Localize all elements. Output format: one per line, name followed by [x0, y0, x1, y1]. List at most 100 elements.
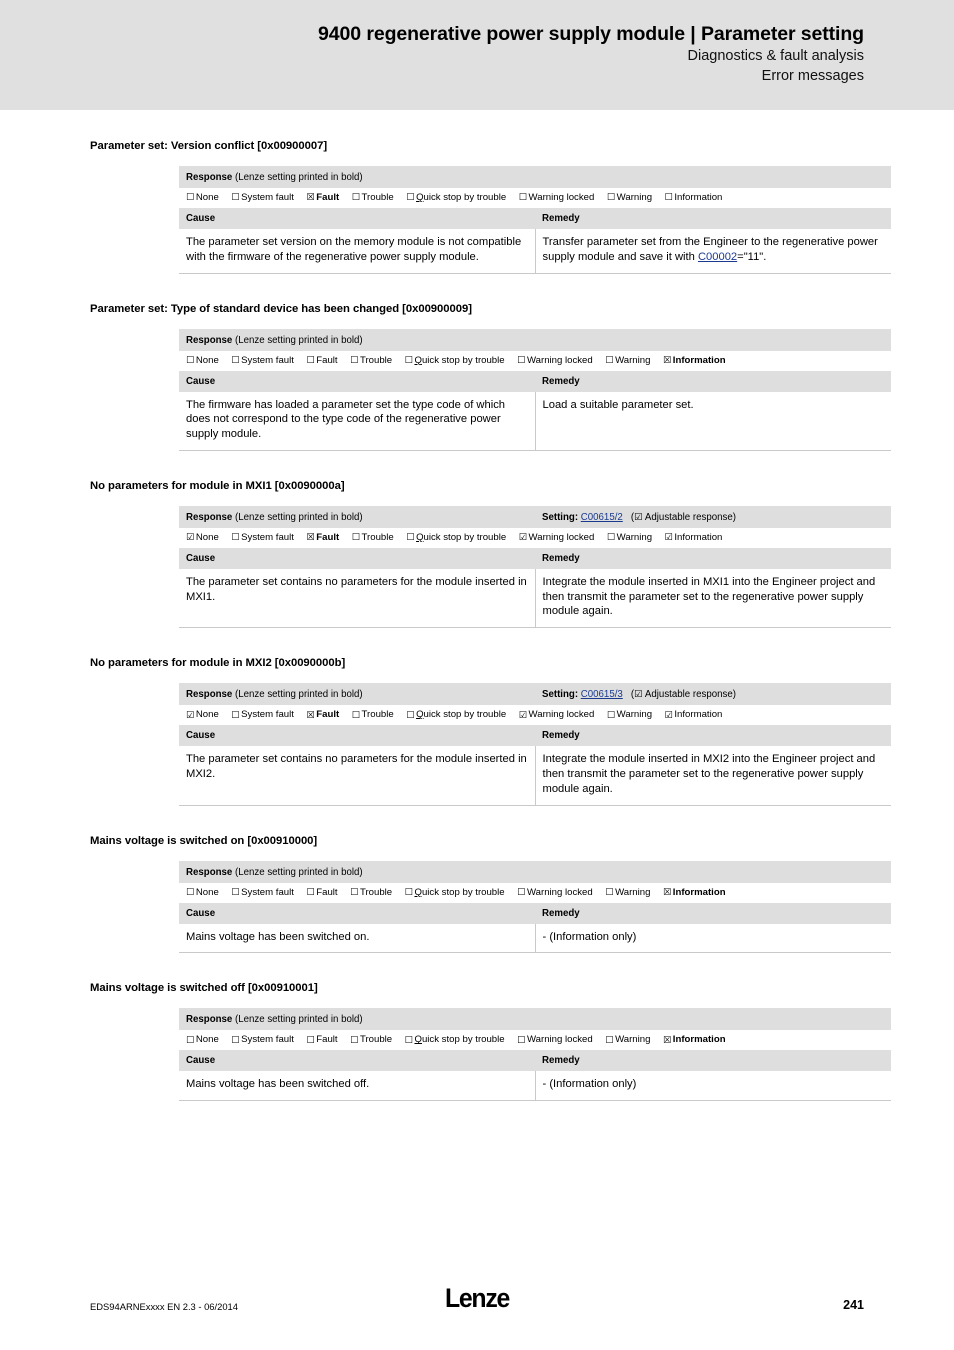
- table-row: The parameter set contains no parameters…: [179, 568, 891, 629]
- response-option-trouble[interactable]: ☐ Trouble: [350, 355, 392, 366]
- response-options-row: ☐ None ☐ System fault ☒ Fault ☐ Trouble ☐ Quick s…: [179, 188, 891, 208]
- response-option-trouble[interactable]: ☐ Trouble: [350, 887, 392, 898]
- parameter-code-link[interactable]: C00002: [698, 251, 737, 263]
- response-option-system-fault[interactable]: ☐ System fault: [231, 192, 294, 203]
- cause-column-header: Cause: [186, 552, 216, 564]
- checkbox-empty-icon: ☐: [350, 886, 359, 898]
- cause-text: The parameter set version on the memory …: [179, 229, 536, 274]
- response-option-warning[interactable]: ☐ Warning: [605, 355, 650, 366]
- response-option-trouble[interactable]: ☐ Trouble: [352, 192, 394, 203]
- response-option-warning[interactable]: ☐ Warning: [605, 887, 650, 898]
- response-option-warning-locked[interactable]: ☐ Warning locked: [519, 192, 595, 203]
- response-option-label: Warning locked: [526, 354, 593, 366]
- remedy-text: - (Information only): [535, 923, 891, 954]
- remedy-column-header: Remedy: [542, 1055, 580, 1067]
- response-option-fault[interactable]: ☒ Fault: [306, 532, 339, 543]
- response-option-label: Information: [674, 709, 723, 721]
- response-option-label: System fault: [241, 709, 294, 721]
- response-option-information[interactable]: ☑ Information: [665, 709, 723, 720]
- accelerator-letter: Q: [416, 709, 424, 721]
- checkbox-empty-icon: ☐: [231, 192, 240, 204]
- response-option-fault[interactable]: ☒ Fault: [306, 709, 339, 720]
- response-option-fault[interactable]: ☐ Fault: [306, 887, 337, 898]
- response-option-label: Information: [672, 1034, 726, 1046]
- response-option-quick-stop-by-trouble[interactable]: ☐ Quick stop by trouble: [405, 887, 505, 898]
- response-option-none[interactable]: ☐ None: [186, 192, 219, 203]
- response-option-system-fault[interactable]: ☐ System fault: [231, 887, 294, 898]
- response-option-label: Trouble: [359, 886, 393, 898]
- response-option-quick-stop-by-trouble[interactable]: ☐ Quick stop by trouble: [406, 192, 506, 203]
- response-option-none[interactable]: ☐ None: [186, 887, 219, 898]
- remedy-column-header: Remedy: [542, 552, 580, 564]
- response-option-warning-locked[interactable]: ☐ Warning locked: [517, 1034, 593, 1045]
- checkbox-empty-icon: ☐: [231, 532, 240, 544]
- response-option-warning-locked[interactable]: ☑ Warning locked: [519, 532, 595, 543]
- table-row: Mains voltage has been switched off. - (I…: [179, 1071, 891, 1102]
- response-options-row: ☑ None ☐ System fault ☒ Fault ☐ Trouble ☐ Quick s…: [179, 705, 891, 726]
- response-option-fault[interactable]: ☒ Fault: [306, 192, 339, 203]
- response-option-system-fault[interactable]: ☐ System fault: [231, 709, 294, 720]
- response-option-label: Trouble: [359, 354, 393, 366]
- response-option-label: System fault: [241, 886, 294, 898]
- response-option-none[interactable]: ☑ None: [186, 532, 219, 543]
- response-option-warning-locked[interactable]: ☑ Warning locked: [519, 709, 595, 720]
- response-option-system-fault[interactable]: ☐ System fault: [231, 355, 294, 366]
- page-subtitle-secondary: Error messages: [761, 68, 864, 85]
- response-label: Response: [186, 334, 233, 346]
- response-option-warning-locked[interactable]: ☐ Warning locked: [517, 355, 593, 366]
- response-option-label: Warning: [616, 709, 653, 721]
- response-header-row: Response (Lenze setting printed in bold)…: [179, 683, 891, 706]
- response-option-fault[interactable]: ☐ Fault: [306, 1034, 337, 1045]
- response-note: (Lenze setting printed in bold): [235, 511, 363, 523]
- response-option-none[interactable]: ☑ None: [186, 709, 219, 720]
- response-option-none[interactable]: ☐ None: [186, 355, 219, 366]
- response-label-cell: Response (Lenze setting printed in bold): [179, 683, 535, 705]
- checkbox-crossed-icon: ☒: [662, 886, 672, 898]
- response-option-warning[interactable]: ☐ Warning: [605, 1034, 650, 1045]
- response-option-quick-stop-by-trouble[interactable]: ☐ Quick stop by trouble: [406, 532, 506, 543]
- section-heading: No parameters for module in MXI2 [0x0090…: [90, 657, 346, 670]
- accelerator-letter: Q: [416, 192, 424, 203]
- response-option-quick-stop-by-trouble[interactable]: ☐ Quick stop by trouble: [406, 709, 506, 720]
- parameter-code-link[interactable]: C00615/3: [581, 689, 623, 700]
- response-option-warning[interactable]: ☐ Warning: [607, 532, 652, 543]
- section-heading: Mains voltage is switched on [0x00910000…: [90, 834, 318, 847]
- response-option-warning[interactable]: ☐ Warning: [607, 192, 652, 203]
- response-options-cell: ☐ None ☐ System fault ☐ Fault ☐ Trouble ☐ Quick s…: [179, 1030, 891, 1051]
- response-option-none[interactable]: ☐ None: [186, 1034, 219, 1045]
- response-option-information[interactable]: ☒ Information: [663, 355, 726, 366]
- response-option-warning[interactable]: ☐ Warning: [607, 709, 652, 720]
- response-option-warning-locked[interactable]: ☐ Warning locked: [517, 887, 593, 898]
- response-label-cell: Response (Lenze setting printed in bold): [179, 861, 535, 883]
- checkbox-empty-icon: ☐: [664, 192, 673, 204]
- response-option-information[interactable]: ☐ Information: [665, 192, 723, 203]
- response-label-cell: Response (Lenze setting printed in bold): [179, 166, 535, 188]
- cause-column-header: Cause: [186, 213, 216, 224]
- response-option-quick-stop-by-trouble[interactable]: ☐ Quick stop by trouble: [405, 355, 505, 366]
- response-option-information[interactable]: ☒ Information: [663, 887, 726, 898]
- table-row: The firmware has loaded a parameter set …: [179, 391, 891, 451]
- response-option-trouble[interactable]: ☐ Trouble: [350, 1034, 392, 1045]
- checkbox-empty-icon: ☐: [351, 192, 361, 204]
- response-option-quick-stop-by-trouble[interactable]: ☐ Quick stop by trouble: [405, 1034, 505, 1045]
- response-option-information[interactable]: ☑ Information: [665, 532, 723, 543]
- response-option-information[interactable]: ☒ Information: [663, 1034, 726, 1045]
- accelerator-letter: Q: [416, 531, 424, 543]
- parameter-code-link[interactable]: C00615/2: [581, 512, 623, 523]
- response-option-fault[interactable]: ☐ Fault: [306, 355, 337, 366]
- response-option-system-fault[interactable]: ☐ System fault: [231, 532, 294, 543]
- checkbox-crossed-icon: ☒: [662, 1034, 672, 1046]
- response-option-trouble[interactable]: ☐ Trouble: [352, 532, 394, 543]
- response-option-system-fault[interactable]: ☐ System fault: [231, 1034, 294, 1045]
- setting-cell: [535, 861, 891, 883]
- checkbox-checked-icon: ☑: [518, 532, 528, 544]
- remedy-column-header: Remedy: [542, 213, 580, 224]
- checkbox-empty-icon: ☐: [518, 192, 528, 204]
- response-option-label: Trouble: [361, 531, 394, 543]
- section-heading: Parameter set: Type of standard device h…: [90, 302, 472, 315]
- checkbox-crossed-icon: ☒: [662, 354, 672, 366]
- response-option-label: Warning locked: [528, 531, 595, 543]
- checkbox-empty-icon: ☐: [406, 532, 415, 544]
- response-option-trouble[interactable]: ☐ Trouble: [352, 709, 394, 720]
- response-label-cell: Response (Lenze setting printed in bold): [179, 1008, 535, 1030]
